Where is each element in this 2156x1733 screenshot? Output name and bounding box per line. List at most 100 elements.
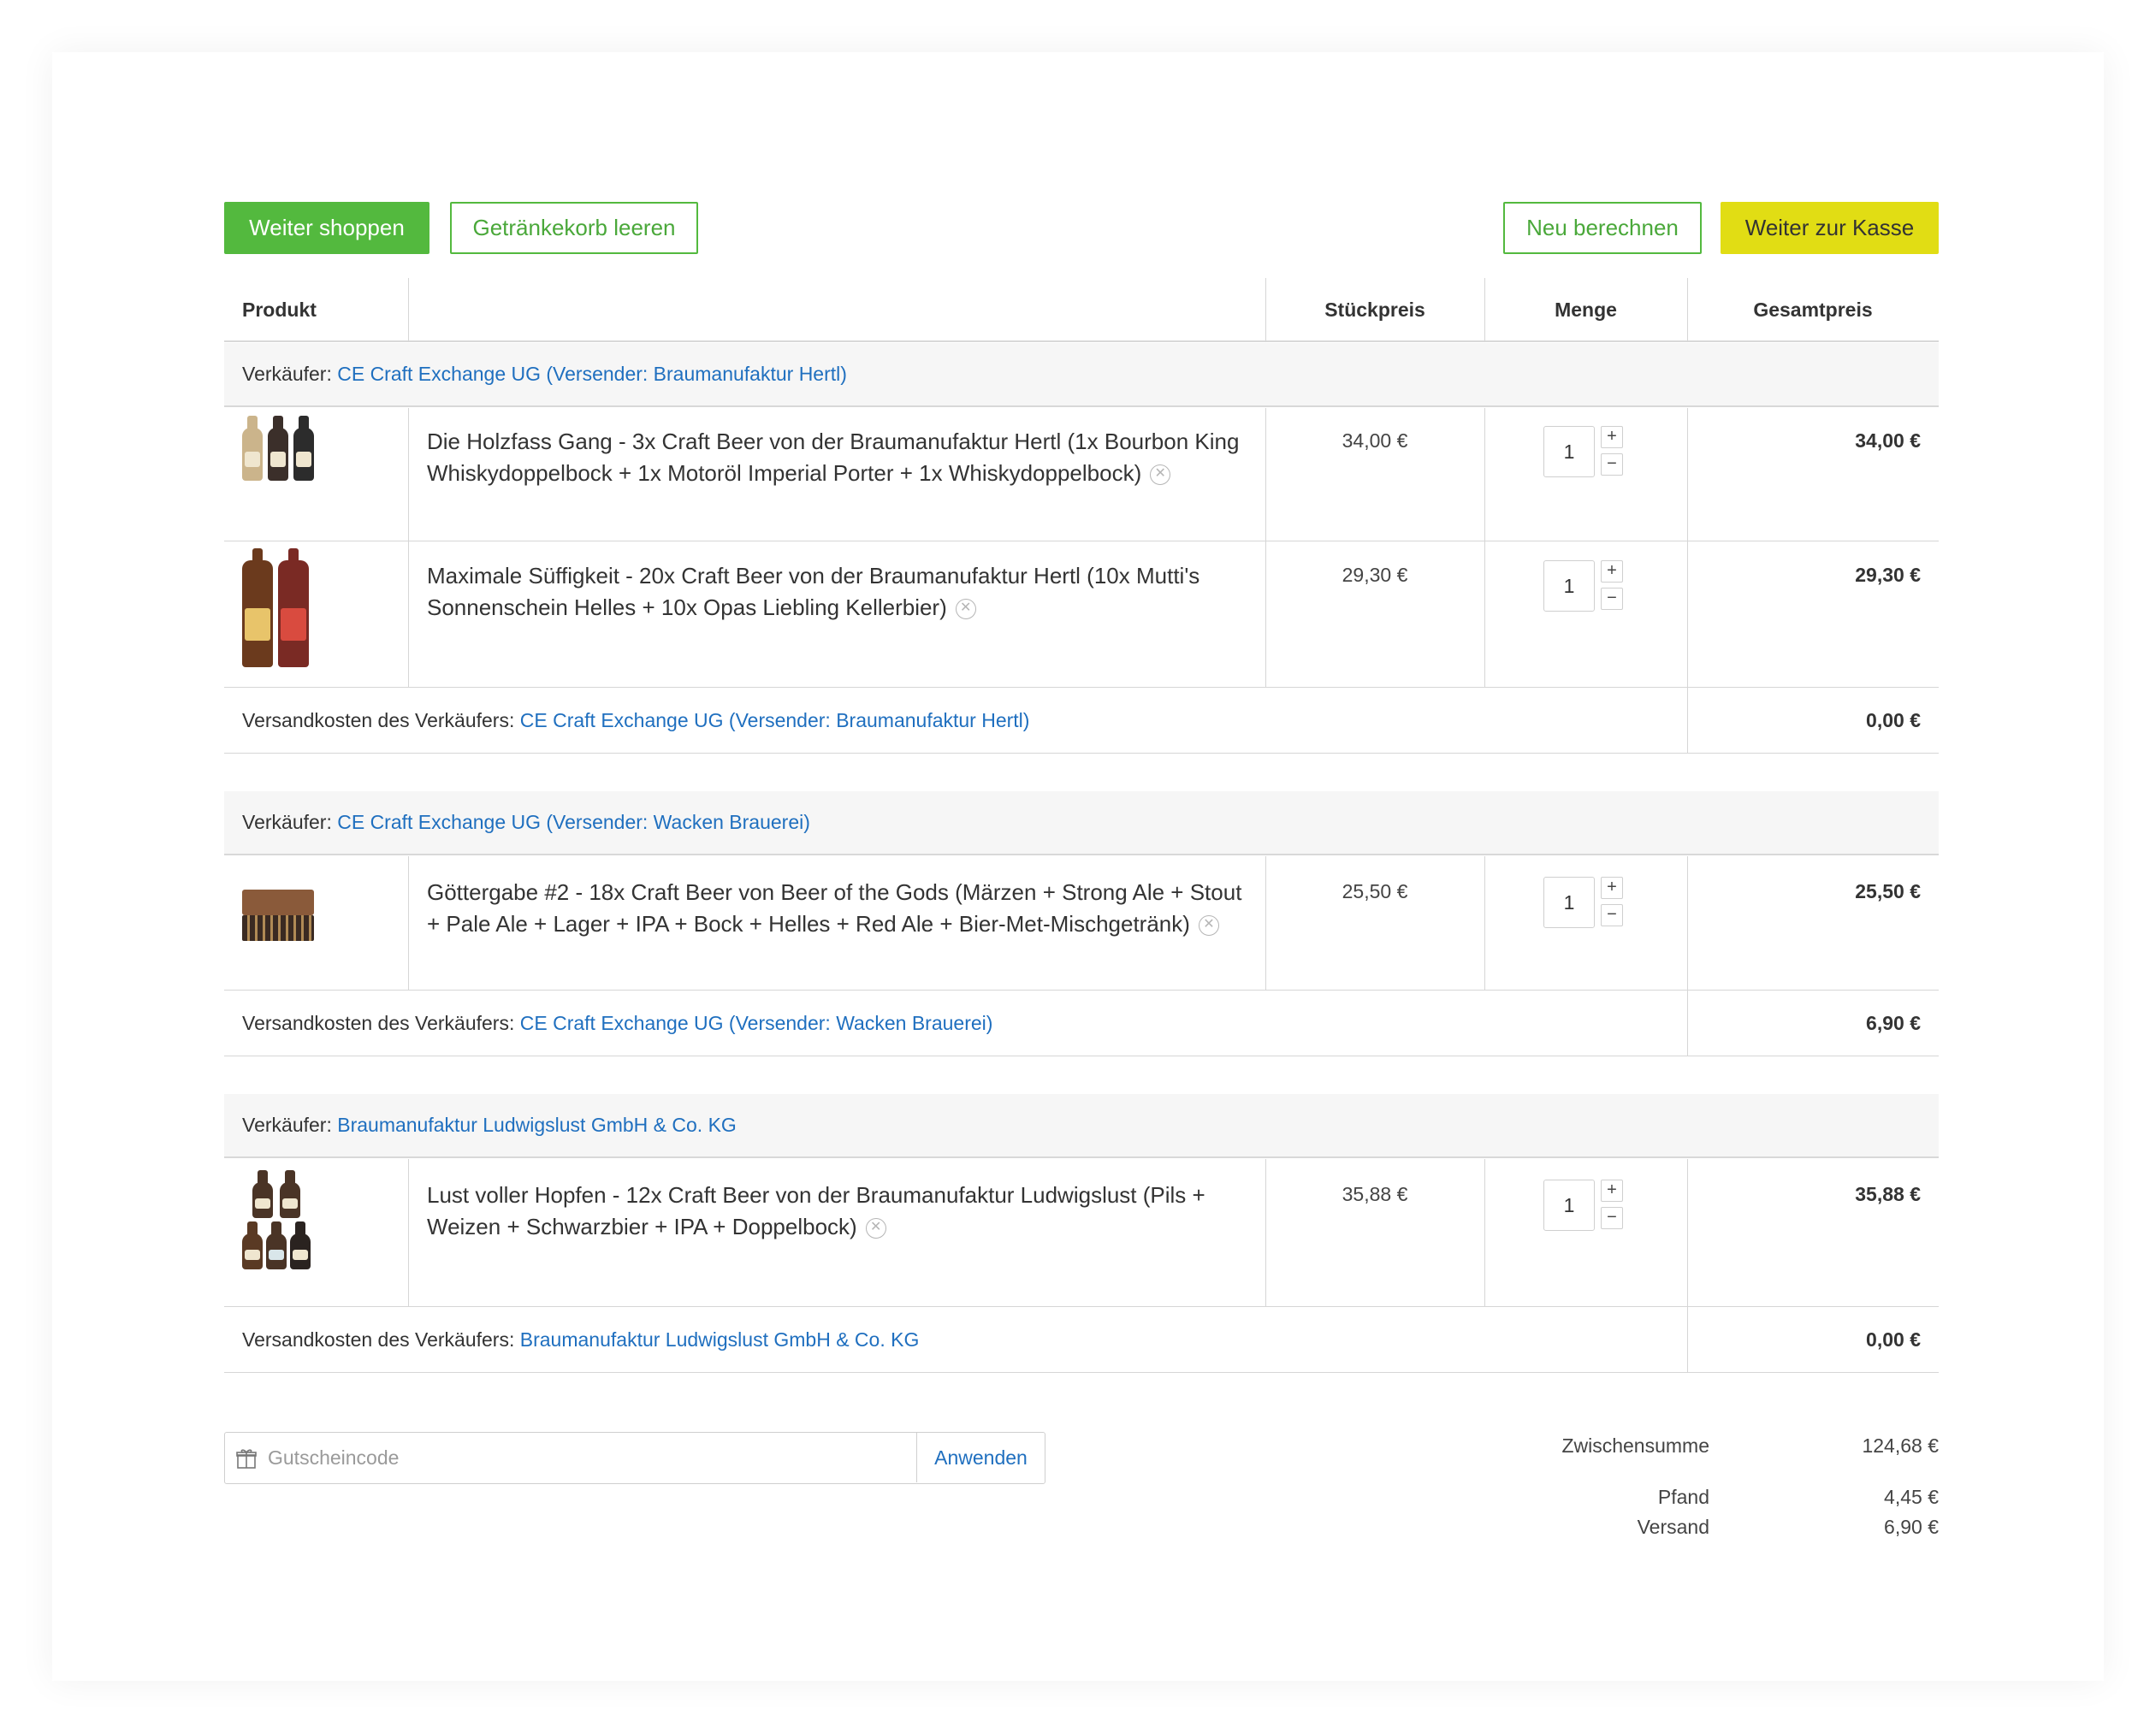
row-divider <box>224 1372 1939 1373</box>
row-divider <box>224 753 1939 754</box>
shipping-cost: 0,00 € <box>1866 1328 1921 1351</box>
remove-item-icon[interactable]: ✕ <box>865 1218 886 1239</box>
continue-shopping-button[interactable]: Weiter shoppen <box>224 202 429 254</box>
cart-table-header: Produkt Stückpreis Menge Gesamtpreis <box>224 278 1939 342</box>
product-image[interactable] <box>242 1182 311 1269</box>
divider <box>1484 856 1485 990</box>
shipping-cost: 6,90 € <box>1866 1012 1921 1034</box>
divider <box>1687 688 1688 753</box>
shipping-cost: 0,00 € <box>1866 709 1921 731</box>
subtotal-value: 124,68 € <box>1862 1434 1939 1457</box>
divider <box>408 278 409 342</box>
seller-link[interactable]: CE Craft Exchange UG (Versender: Wacken … <box>337 811 810 834</box>
apply-coupon-button[interactable]: Anwenden <box>916 1433 1045 1482</box>
product-image[interactable] <box>242 560 309 667</box>
quantity-input[interactable]: 1 <box>1543 426 1595 477</box>
unit-price: 29,30 € <box>1342 564 1408 586</box>
quantity-decrease-button[interactable]: − <box>1601 588 1623 610</box>
product-image[interactable] <box>242 890 314 941</box>
shipping-row: Versandkosten des Verkäufers: Braumanufa… <box>242 1328 919 1352</box>
coupon-form: Anwenden <box>224 1432 1045 1484</box>
line-total: 25,50 € <box>1855 880 1921 902</box>
quantity-input[interactable]: 1 <box>1543 1180 1595 1231</box>
product-title[interactable]: Maximale Süffigkeit - 20x Craft Beer von… <box>427 560 1248 624</box>
seller-link[interactable]: CE Craft Exchange UG (Versender: Wacken … <box>520 1012 993 1034</box>
divider <box>408 408 409 687</box>
bottle-row <box>242 915 314 941</box>
seller-link[interactable]: CE Craft Exchange UG (Versender: Brauman… <box>520 709 1030 731</box>
line-total: 35,88 € <box>1855 1183 1921 1205</box>
divider <box>1265 278 1266 342</box>
row-divider <box>224 990 1939 991</box>
shipping-prefix: Versandkosten des Verkäufers: <box>242 709 520 731</box>
quantity-increase-button[interactable]: + <box>1601 426 1623 448</box>
product-title-text[interactable]: Maximale Süffigkeit - 20x Craft Beer von… <box>427 563 1199 620</box>
subtotal-label: Zwischensumme <box>1561 1434 1709 1457</box>
divider <box>1265 1159 1266 1306</box>
row-divider <box>224 687 1939 688</box>
product-title-text[interactable]: Lust voller Hopfen - 12x Craft Beer von … <box>427 1182 1205 1239</box>
unit-price: 35,88 € <box>1342 1183 1408 1205</box>
divider <box>1687 856 1688 990</box>
quantity-input[interactable]: 1 <box>1543 560 1595 612</box>
unit-price: 34,00 € <box>1342 429 1408 452</box>
seller-prefix: Verkäufer: <box>242 1114 332 1136</box>
unit-price: 25,50 € <box>1342 880 1408 902</box>
empty-cart-button[interactable]: Getränkekorb leeren <box>450 202 698 254</box>
product-title[interactable]: Göttergabe #2 - 18x Craft Beer von Beer … <box>427 877 1248 940</box>
deposit-value: 4,45 € <box>1884 1486 1939 1508</box>
seller-prefix: Verkäufer: <box>242 811 332 833</box>
checkout-button[interactable]: Weiter zur Kasse <box>1721 202 1939 254</box>
header-unit-price: Stückpreis <box>1324 299 1425 321</box>
divider <box>1265 856 1266 990</box>
divider <box>1687 408 1688 687</box>
divider <box>1687 1307 1688 1372</box>
divider <box>1484 278 1485 342</box>
gift-icon <box>225 1447 268 1470</box>
quantity-increase-button[interactable]: + <box>1601 1180 1623 1202</box>
line-total: 34,00 € <box>1855 429 1921 452</box>
quantity-decrease-button[interactable]: − <box>1601 904 1623 926</box>
divider <box>1687 991 1688 1056</box>
product-title[interactable]: Die Holzfass Gang - 3x Craft Beer von de… <box>427 426 1248 489</box>
bottle-group <box>242 1233 311 1269</box>
quantity-decrease-button[interactable]: − <box>1601 1207 1623 1229</box>
shipping-label: Versand <box>1637 1516 1709 1538</box>
quantity-increase-button[interactable]: + <box>1601 877 1623 899</box>
seller-row: Verkäufer: CE Craft Exchange UG (Versend… <box>224 791 1939 855</box>
divider <box>1484 1159 1485 1306</box>
remove-item-icon[interactable]: ✕ <box>1150 464 1171 486</box>
shipping-value: 6,90 € <box>1884 1516 1939 1538</box>
remove-item-icon[interactable]: ✕ <box>955 599 976 620</box>
bottle-group <box>252 1182 300 1218</box>
seller-link[interactable]: Braumanufaktur Ludwigslust GmbH & Co. KG <box>520 1328 920 1351</box>
coupon-code-input[interactable] <box>268 1434 918 1482</box>
deposit-label: Pfand <box>1657 1486 1709 1508</box>
divider <box>408 856 409 990</box>
seller-row: Verkäufer: CE Craft Exchange UG (Versend… <box>224 343 1939 407</box>
seller-prefix: Verkäufer: <box>242 363 332 385</box>
quantity-increase-button[interactable]: + <box>1601 560 1623 583</box>
shipping-prefix: Versandkosten des Verkäufers: <box>242 1012 520 1034</box>
shipping-row: Versandkosten des Verkäufers: CE Craft E… <box>242 709 1029 732</box>
product-title-text[interactable]: Göttergabe #2 - 18x Craft Beer von Beer … <box>427 879 1241 937</box>
line-total: 29,30 € <box>1855 564 1921 586</box>
quantity-input[interactable]: 1 <box>1543 877 1595 928</box>
recalculate-button[interactable]: Neu berechnen <box>1503 202 1702 254</box>
divider <box>408 1159 409 1306</box>
seller-link[interactable]: CE Craft Exchange UG (Versender: Brauman… <box>337 363 847 386</box>
divider <box>1687 278 1688 342</box>
seller-link[interactable]: Braumanufaktur Ludwigslust GmbH & Co. KG <box>337 1114 737 1137</box>
product-box <box>242 890 314 915</box>
product-title[interactable]: Lust voller Hopfen - 12x Craft Beer von … <box>427 1180 1248 1243</box>
header-quantity: Menge <box>1555 299 1617 321</box>
quantity-decrease-button[interactable]: − <box>1601 453 1623 476</box>
shipping-prefix: Versandkosten des Verkäufers: <box>242 1328 520 1351</box>
product-title-text[interactable]: Die Holzfass Gang - 3x Craft Beer von de… <box>427 429 1239 486</box>
header-total: Gesamtpreis <box>1753 299 1873 321</box>
product-image[interactable] <box>242 428 314 481</box>
divider <box>1687 1159 1688 1306</box>
remove-item-icon[interactable]: ✕ <box>1198 915 1219 937</box>
seller-row: Verkäufer: Braumanufaktur Ludwigslust Gm… <box>224 1094 1939 1158</box>
divider <box>1484 408 1485 687</box>
